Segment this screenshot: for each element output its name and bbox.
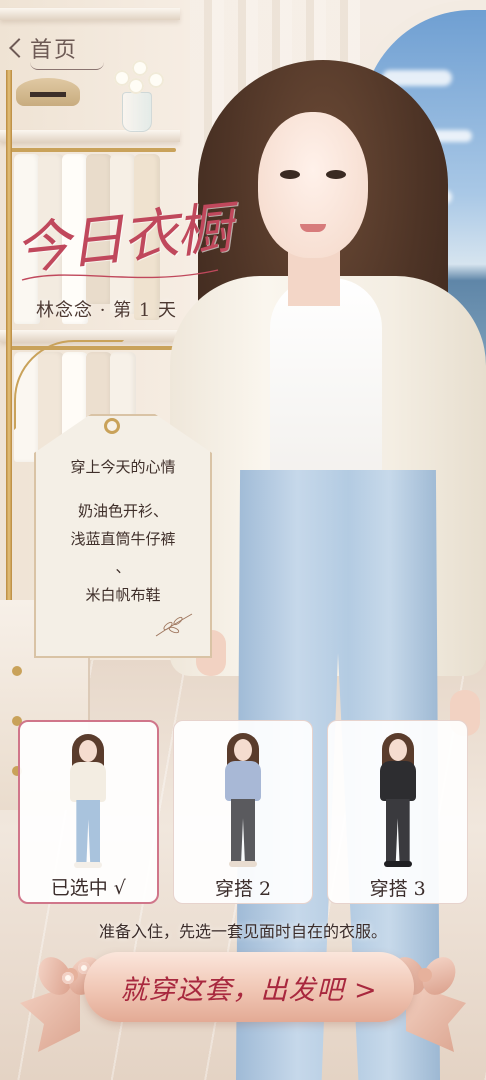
chevron-left-icon	[9, 38, 29, 58]
mood-tag-heading: 穿上今天的心情	[70, 458, 176, 476]
back-home-button[interactable]: 首页	[9, 32, 79, 64]
mood-tag-line: 、	[115, 558, 131, 576]
mood-tag-card: 穿上今天的心情 奶油色开衫、 浅蓝直筒牛仔裤 、 米白帆布鞋	[34, 414, 212, 658]
outfit-card-label: 已选中 √	[50, 877, 126, 899]
straw-hat	[16, 78, 80, 106]
outfit-card-label: 穿搭 3	[369, 878, 426, 900]
back-label: 首页	[30, 38, 79, 63]
mood-tag-line: 浅蓝直筒牛仔裤	[70, 530, 176, 548]
character-day-subtitle: 林念念 · 第 1 天	[36, 300, 178, 321]
clothes-rail	[6, 148, 176, 152]
outfit-2-figure	[221, 733, 265, 873]
white-tee	[270, 278, 382, 478]
outfit-card-label: 穿搭 2	[214, 878, 272, 900]
shelf	[0, 130, 180, 142]
confirm-outfit-button[interactable]: 就穿这套，出发吧 >	[84, 952, 414, 1022]
character-face	[258, 112, 368, 258]
outfit-card-2[interactable]: 穿搭 2	[172, 720, 314, 904]
gold-pole	[6, 70, 12, 630]
instruction-hint: 准备入住，先选一套见面时自在的衣服。	[98, 922, 387, 941]
confirm-ribbon: 就穿这套，出发吧 >	[0, 942, 486, 1052]
shelf	[0, 8, 180, 20]
outfit-3-figure	[376, 733, 420, 873]
title-flourish-icon	[21, 269, 219, 281]
outfit-card-1[interactable]: 已选中 √	[18, 720, 159, 904]
outfit-card-3[interactable]: 穿搭 3	[327, 720, 469, 904]
blossom-icon	[62, 972, 74, 984]
outfit-1-figure	[66, 734, 110, 874]
mood-tag-line: 米白帆布鞋	[85, 586, 161, 604]
back-underline-flourish	[30, 62, 104, 70]
outfit-selector: 已选中 √ 穿搭 2 穿搭 3	[18, 720, 469, 904]
tag-eyelet	[104, 418, 120, 434]
leaf-sprig-icon	[155, 613, 193, 637]
confirm-outfit-label: 就穿这套，出发吧 >	[120, 974, 378, 1006]
mood-tag-line: 奶油色开衫、	[77, 502, 168, 520]
